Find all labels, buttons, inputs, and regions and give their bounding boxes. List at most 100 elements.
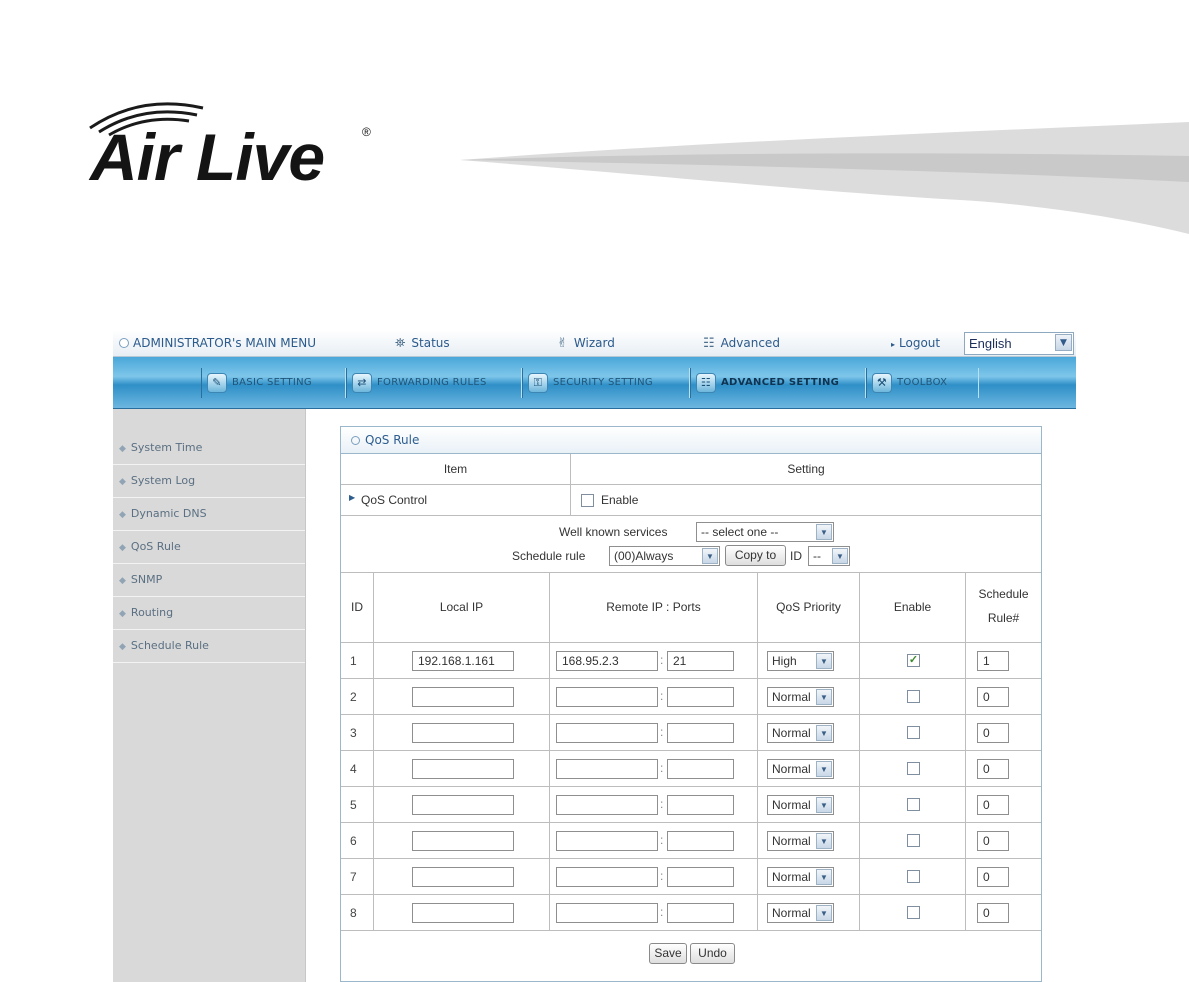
- local-ip-cell: 192.168.1.161: [374, 643, 550, 679]
- local-ip-input[interactable]: [412, 795, 514, 815]
- rule-enable-checkbox[interactable]: [907, 798, 920, 811]
- schedule-rule-input[interactable]: 0: [977, 867, 1009, 887]
- remote-ip-input[interactable]: [556, 903, 658, 923]
- tab-security-setting[interactable]: ⚿ SECURITY SETTING: [522, 368, 690, 398]
- chevron-down-icon: ▼: [816, 833, 832, 849]
- chevron-down-icon: ▼: [816, 689, 832, 705]
- schedule-rule-input[interactable]: 0: [977, 723, 1009, 743]
- chevron-down-icon: ▼: [816, 524, 832, 540]
- remote-port-input[interactable]: [667, 903, 734, 923]
- enable-cell: [860, 823, 966, 859]
- ip-port-separator: :: [660, 725, 664, 739]
- enable-cell: ✓: [860, 643, 966, 679]
- rule-enable-checkbox[interactable]: [907, 906, 920, 919]
- schedule-rule-input[interactable]: 1: [977, 651, 1009, 671]
- chevron-down-icon: ▼: [816, 761, 832, 777]
- rule-enable-checkbox[interactable]: [907, 690, 920, 703]
- col-id: ID: [341, 573, 374, 643]
- remote-ip-input[interactable]: [556, 759, 658, 779]
- qos-priority-select[interactable]: Normal ▼: [767, 903, 834, 923]
- sidebar-item-dynamic-dns[interactable]: ◆ Dynamic DNS: [113, 498, 305, 531]
- schedule-rule-input[interactable]: 0: [977, 795, 1009, 815]
- rule-enable-checkbox[interactable]: ✓: [907, 654, 920, 667]
- table-row: 1: [341, 643, 374, 679]
- schedule-cell: 0: [966, 859, 1041, 895]
- tab-advanced-setting[interactable]: ☷ ADVANCED SETTING: [690, 368, 866, 398]
- language-value: English: [969, 336, 1012, 351]
- schedule-rule-input[interactable]: 0: [977, 903, 1009, 923]
- remote-port-input[interactable]: [667, 759, 734, 779]
- chevron-down-icon: ▼: [816, 869, 832, 885]
- schedule-rule-select[interactable]: (00)Always ▼: [609, 546, 720, 566]
- tab-forwarding-rules[interactable]: ⇄ FORWARDING RULES: [346, 368, 522, 398]
- local-ip-cell: [374, 751, 550, 787]
- status-link[interactable]: ⛯ Status: [395, 336, 450, 351]
- remote-ip-input[interactable]: [556, 687, 658, 707]
- remote-port-input[interactable]: [667, 831, 734, 851]
- sidebar-item-system-time[interactable]: ◆ System Time: [113, 432, 305, 465]
- ip-port-separator: :: [660, 653, 664, 667]
- undo-button[interactable]: Undo: [690, 943, 735, 964]
- top-menu-bar: ADMINISTRATOR's MAIN MENU ⛯ Status ✌ Wizar…: [113, 330, 1076, 357]
- sidebar-item-schedule-rule[interactable]: ◆ Schedule Rule: [113, 630, 305, 663]
- tab-toolbox[interactable]: ⚒ TOOLBOX: [866, 368, 979, 398]
- local-ip-input[interactable]: [412, 759, 514, 779]
- row-id: 2: [350, 690, 357, 704]
- remote-ip-input[interactable]: [556, 831, 658, 851]
- schedule-cell: 0: [966, 787, 1041, 823]
- qos-priority-select[interactable]: Normal ▼: [767, 867, 834, 887]
- remote-port-input[interactable]: [667, 687, 734, 707]
- advanced-link[interactable]: ☷ Advanced: [703, 336, 780, 351]
- rule-enable-checkbox[interactable]: [907, 726, 920, 739]
- qos-priority-select[interactable]: Normal ▼: [767, 795, 834, 815]
- form-actions-row: Save Undo: [341, 931, 1041, 982]
- col-schedule-line2: Rule#: [987, 611, 1020, 625]
- wizard-icon: ✌: [557, 336, 568, 351]
- sidebar-item-snmp[interactable]: ◆ SNMP: [113, 564, 305, 597]
- qos-priority-select[interactable]: Normal ▼: [767, 723, 834, 743]
- local-ip-input[interactable]: [412, 723, 514, 743]
- rule-enable-checkbox[interactable]: [907, 762, 920, 775]
- chevron-down-icon: ▼: [702, 548, 718, 564]
- save-button[interactable]: Save: [649, 943, 687, 964]
- local-ip-cell: [374, 679, 550, 715]
- remote-port-input[interactable]: [667, 795, 734, 815]
- advanced-icon: ☷: [703, 336, 715, 351]
- tab-basic-setting[interactable]: ✎ BASIC SETTING: [201, 368, 346, 398]
- local-ip-input[interactable]: [412, 687, 514, 707]
- remote-port-input[interactable]: [667, 723, 734, 743]
- local-ip-input[interactable]: [412, 903, 514, 923]
- remote-port-input[interactable]: [667, 867, 734, 887]
- bullet-icon: ◆: [119, 477, 126, 487]
- schedule-rule-input[interactable]: 0: [977, 831, 1009, 851]
- logout-link[interactable]: ▸ Logout: [891, 336, 940, 350]
- local-ip-input[interactable]: 192.168.1.161: [412, 651, 514, 671]
- sidebar-item-qos-rule[interactable]: ◆ QoS Rule: [113, 531, 305, 564]
- qos-control-enable-checkbox[interactable]: [581, 494, 594, 507]
- remote-ip-input[interactable]: [556, 723, 658, 743]
- remote-ip-input[interactable]: [556, 867, 658, 887]
- admin-main-menu[interactable]: ADMINISTRATOR's MAIN MENU: [133, 336, 316, 350]
- schedule-rule-input[interactable]: 0: [977, 687, 1009, 707]
- remote-ip-input[interactable]: 168.95.2.3: [556, 651, 658, 671]
- bullet-icon: ◆: [119, 576, 126, 586]
- copy-id-select[interactable]: -- ▼: [808, 546, 850, 566]
- local-ip-input[interactable]: [412, 867, 514, 887]
- qos-priority-select[interactable]: Normal ▼: [767, 687, 834, 707]
- schedule-rule-input[interactable]: 0: [977, 759, 1009, 779]
- sidebar-item-system-log[interactable]: ◆ System Log: [113, 465, 305, 498]
- copy-to-button[interactable]: Copy to: [725, 545, 786, 566]
- rule-enable-checkbox[interactable]: [907, 870, 920, 883]
- language-select[interactable]: English ▼: [964, 332, 1074, 355]
- schedule-cell: 0: [966, 679, 1041, 715]
- local-ip-input[interactable]: [412, 831, 514, 851]
- qos-priority-select[interactable]: Normal ▼: [767, 831, 834, 851]
- wizard-link[interactable]: ✌ Wizard: [557, 336, 615, 351]
- well-known-services-select[interactable]: -- select one -- ▼: [696, 522, 834, 542]
- sidebar-item-routing[interactable]: ◆ Routing: [113, 597, 305, 630]
- remote-port-input[interactable]: 21: [667, 651, 734, 671]
- qos-priority-select[interactable]: Normal ▼: [767, 759, 834, 779]
- qos-priority-select[interactable]: High ▼: [767, 651, 834, 671]
- rule-enable-checkbox[interactable]: [907, 834, 920, 847]
- remote-ip-input[interactable]: [556, 795, 658, 815]
